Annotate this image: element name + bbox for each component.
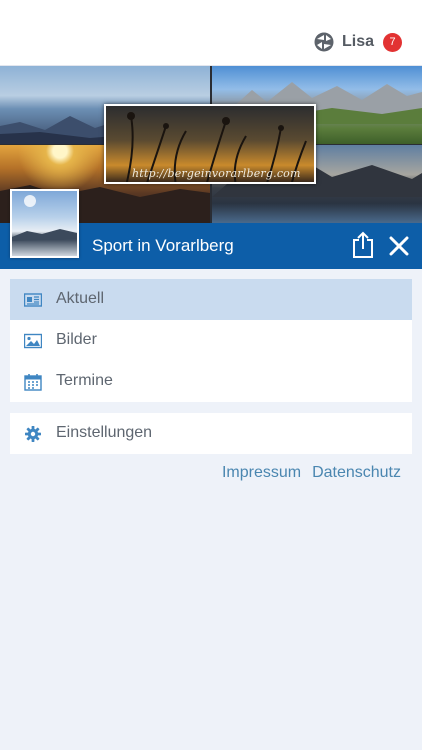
cover-url-text: http://bergeinvorarlberg.com [132, 167, 301, 180]
menu-item-label: Aktuell [56, 290, 105, 307]
menu-item-einstellungen[interactable]: Einstellungen [10, 413, 412, 454]
user-menu[interactable]: Lisa 7 [314, 32, 402, 52]
footer-links: Impressum Datenschutz [222, 464, 401, 482]
datenschutz-link[interactable]: Datenschutz [312, 464, 401, 482]
top-bar: Lisa 7 [0, 0, 422, 66]
share-icon[interactable] [352, 231, 374, 259]
user-name[interactable]: Lisa [342, 33, 374, 51]
notification-badge[interactable]: 7 [383, 32, 402, 52]
menu-item-aktuell[interactable]: Aktuell [10, 279, 412, 320]
newspaper-icon [24, 293, 42, 307]
image-icon [24, 333, 42, 349]
menu-item-label: Einstellungen [56, 424, 153, 441]
menu-item-label: Bilder [56, 331, 97, 348]
close-icon[interactable] [389, 236, 409, 256]
menu-item-bilder[interactable]: Bilder [10, 320, 412, 361]
app-logo-icon [314, 32, 334, 52]
settings-menu: Einstellungen [10, 413, 412, 454]
page-title: Sport in Vorarlberg [92, 236, 234, 255]
main-menu: Aktuell Bilder Termine [10, 279, 412, 402]
cover-feature-photo: http://bergeinvorarlberg.com [104, 104, 316, 184]
group-avatar [10, 189, 79, 258]
menu-item-termine[interactable]: Termine [10, 361, 412, 402]
calendar-icon [24, 374, 42, 391]
impressum-link[interactable]: Impressum [222, 464, 301, 482]
gear-icon [25, 426, 41, 442]
menu-item-label: Termine [56, 372, 113, 389]
